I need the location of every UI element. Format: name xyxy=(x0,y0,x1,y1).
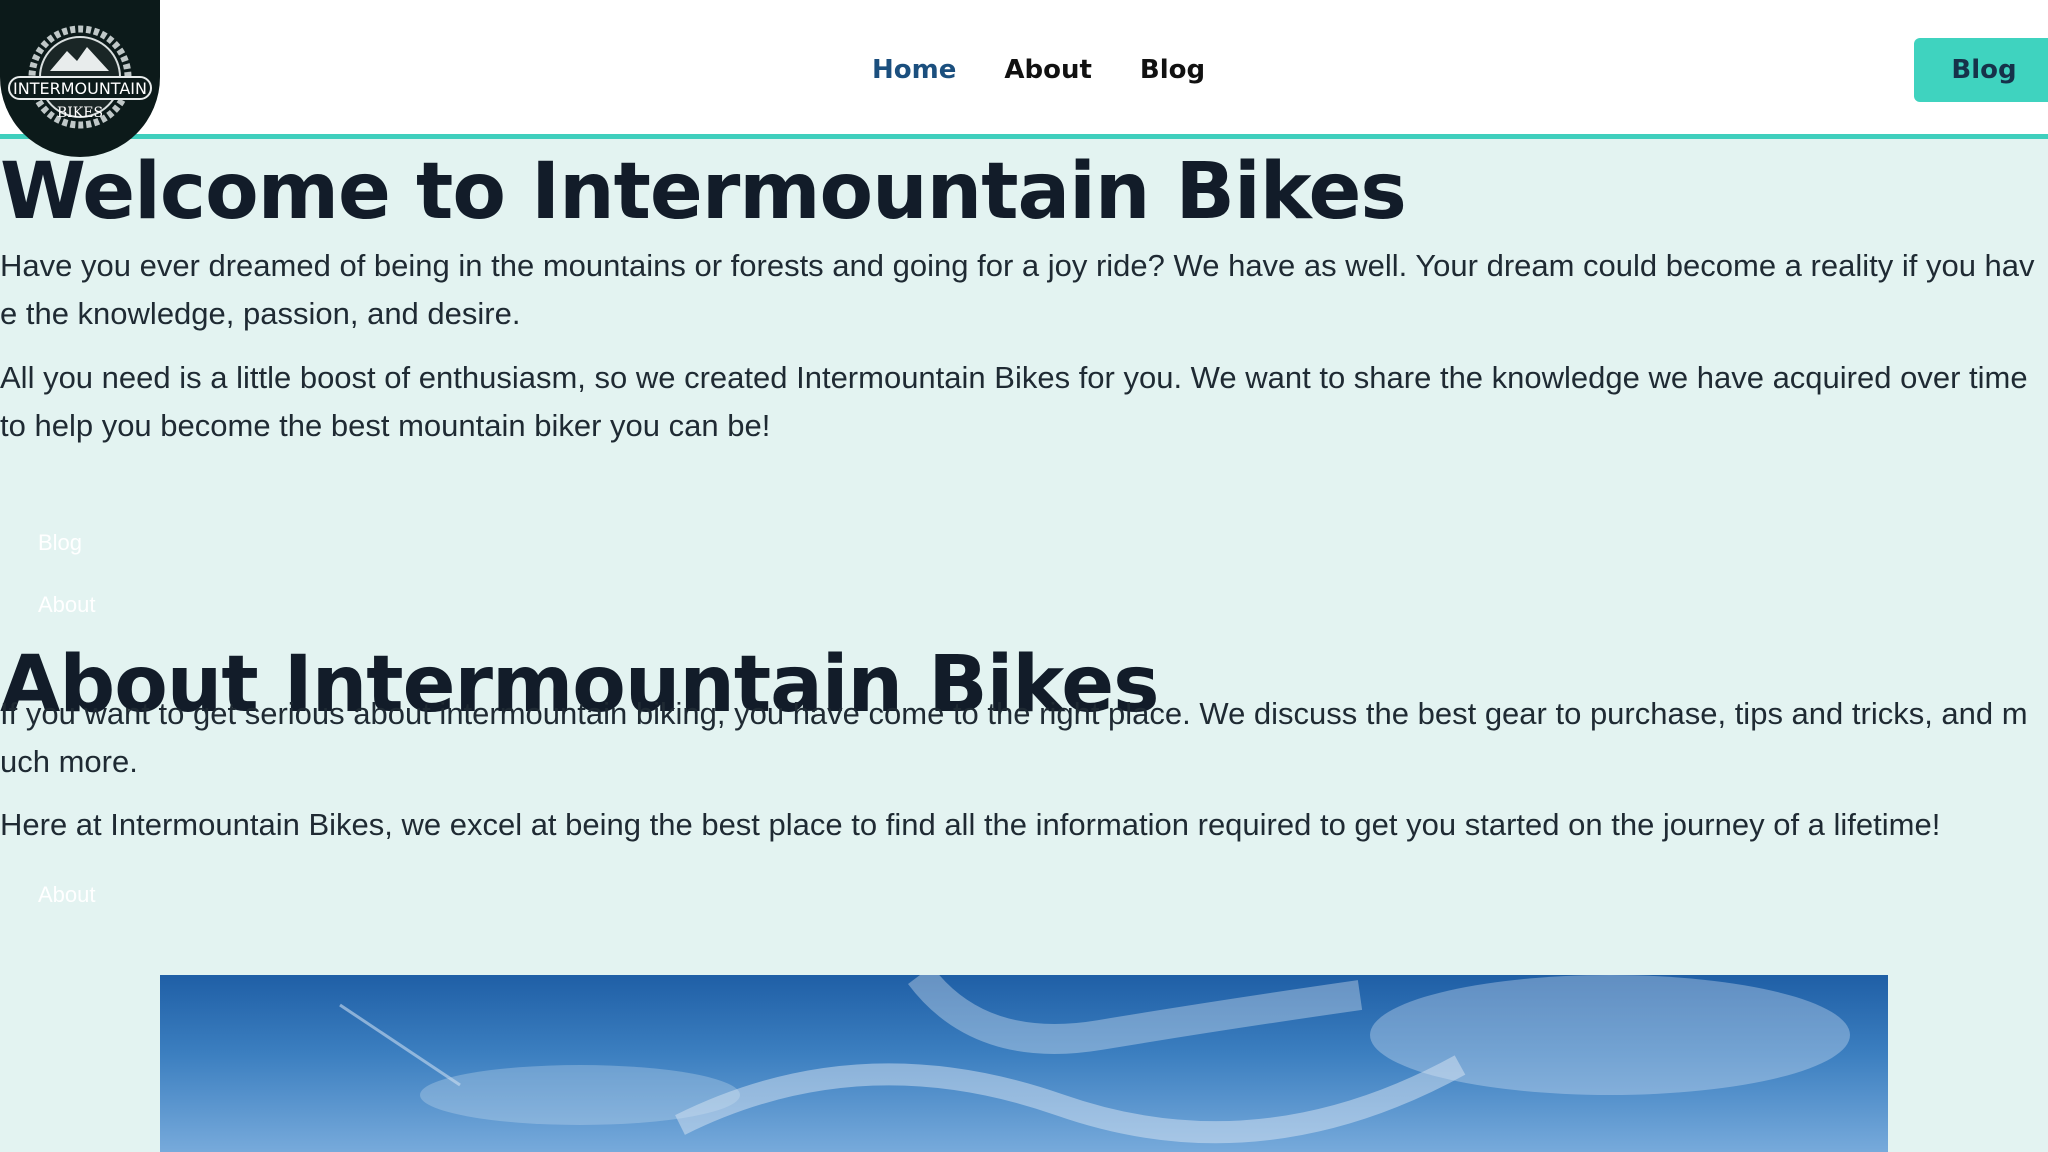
welcome-about-link[interactable]: About xyxy=(38,590,96,620)
welcome-blog-link[interactable]: Blog xyxy=(38,528,82,558)
about-link[interactable]: About xyxy=(38,880,96,910)
nav-about-link[interactable]: About xyxy=(1004,52,1092,88)
logo-text-line2: BIKES xyxy=(57,105,103,121)
nav-home-link[interactable]: Home xyxy=(872,52,956,88)
blog-cta-button[interactable]: Blog xyxy=(1914,38,2048,102)
welcome-paragraph-2: All you need is a little boost of enthus… xyxy=(0,360,2028,443)
sky-clouds-image xyxy=(339,975,1850,1144)
about-paragraph-2: Here at Intermountain Bikes, we excel at… xyxy=(0,807,1941,842)
site-logo[interactable]: INTERMOUNTAIN BIKES xyxy=(0,0,160,157)
about-paragraph-1: If you want to get serious about intermo… xyxy=(0,696,2028,779)
bike-gear-logo-icon: INTERMOUNTAIN BIKES xyxy=(8,25,152,128)
welcome-heading: Welcome to Intermountain Bikes xyxy=(0,147,1407,237)
site-header: Home About Blog Blog xyxy=(0,0,2048,139)
nav-blog-link[interactable]: Blog xyxy=(1140,52,1205,88)
main-nav: Home About Blog xyxy=(872,52,1253,88)
logo-text-line1: INTERMOUNTAIN xyxy=(13,79,147,98)
hero-image xyxy=(160,975,1888,1152)
welcome-paragraph-1: Have you ever dreamed of being in the mo… xyxy=(0,248,2035,331)
